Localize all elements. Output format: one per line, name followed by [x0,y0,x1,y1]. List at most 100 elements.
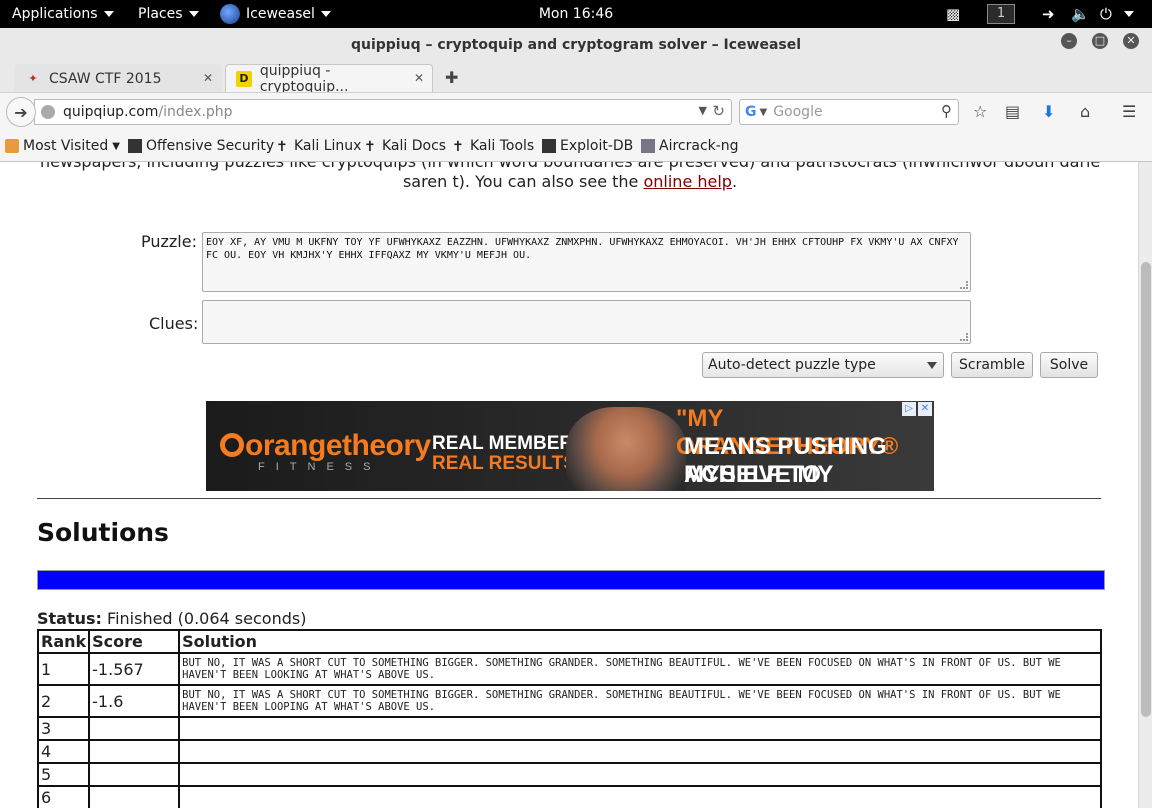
intro-line-2: saren t). You can also see the online he… [40,172,1100,192]
volume-icon[interactable]: 🔈 [1071,0,1090,28]
ad-person-image [566,407,686,491]
offensive-security-icon [128,139,142,153]
bookmark-kali-docs[interactable]: ✝ Kali Docs [364,138,447,155]
clues-textarea[interactable] [202,300,971,344]
page-scrollbar[interactable] [1138,162,1152,808]
bookmark-most-visited[interactable]: Most Visited ▼ [5,138,120,154]
adchoices-icon[interactable]: ▷ [902,402,916,416]
scramble-button[interactable]: Scramble [951,352,1033,378]
close-icon[interactable]: ✕ [414,71,424,85]
navigation-bar: quipqiup.com/index.php ▼ ↻ ➔ G ▼ Google … [0,92,1152,130]
ad-banner[interactable]: orangetheory FITNESS REAL MEMBERS. REAL … [206,401,934,491]
workspace-indicator[interactable]: 1 [987,0,1015,28]
rank-cell: 2 [36,684,91,718]
site-info-icon[interactable] [41,105,55,119]
maximize-button[interactable]: □ [1092,33,1108,49]
puzzle-type-select[interactable]: Auto-detect puzzle type [702,352,944,378]
column-header-solution: Solution [178,629,1102,654]
logo-ring-icon [220,433,244,457]
close-icon[interactable]: ✕ [918,402,932,416]
reading-list-icon[interactable]: ▤ [1005,102,1020,121]
back-button[interactable]: ➔ [6,97,36,127]
search-icon[interactable]: ⚲ [941,102,952,120]
bookmark-offensive-security[interactable]: Offensive Security [128,138,274,154]
puzzle-textarea[interactable]: EOY XF, AY VMU M UKFNY TOY YF UFWHYKAXZ … [202,232,971,292]
close-window-button[interactable]: ✕ [1123,33,1139,49]
close-icon[interactable]: ✕ [203,71,213,85]
online-help-link[interactable]: online help [643,172,731,191]
intro-text-end: saren t). You can also see the [402,172,639,191]
video-camera-icon[interactable]: ▩ [946,0,960,28]
intro-line: newspapers, including puzzles like crypt… [40,162,1100,172]
score-cell [88,739,181,764]
download-icon[interactable]: ⬇ [1042,102,1055,121]
chevron-down-icon: ▼ [112,140,120,152]
ad-fitness-text: FITNESS [258,461,382,473]
applications-menu[interactable]: Applications [12,0,114,28]
ad-controls: ▷ ✕ [902,402,932,416]
app-menu[interactable]: Iceweasel [220,0,331,28]
bookmark-label: Kali Linux [294,138,362,154]
search-input[interactable]: G ▼ Google ⚲ [739,99,959,125]
bookmarks-toolbar: Most Visited ▼ Offensive Security ✝ Kali … [0,130,1152,162]
window-title: quippiuq – cryptoquip and cryptogram sol… [350,37,802,53]
page-content: newspapers, including puzzles like crypt… [0,162,1138,808]
bookmark-kali-tools[interactable]: ✝ Kali Tools [452,138,534,155]
bookmark-aircrack[interactable]: Aircrack-ng [641,138,739,154]
app-menu-label: Iceweasel [246,6,315,22]
chevron-down-icon [320,11,331,17]
scrollbar-thumb[interactable] [1141,262,1151,717]
rank-cell: 6 [36,785,91,808]
url-host: quipqiup.com [63,104,159,120]
score-cell: -1.567 [88,652,181,686]
column-header-score: Score [88,629,181,654]
chevron-down-icon [927,362,937,369]
divider [37,498,1101,499]
tab-csaw[interactable]: ✦ CSAW CTF 2015 ✕ [14,64,222,92]
network-icon[interactable]: ➜ [1042,0,1055,28]
bookmark-exploit-db[interactable]: Exploit-DB [542,138,633,154]
search-engine-dropdown-icon[interactable]: ▼ [760,107,768,118]
score-cell: -1.6 [88,684,181,718]
tab-quipqiup[interactable]: D quippiuq - cryptoquip... ✕ [225,63,433,95]
tab-strip: ✦ CSAW CTF 2015 ✕ D quippiuq - cryptoqui… [0,62,1152,95]
kali-dragon-icon: ✝ [276,139,288,155]
power-icon[interactable]: ⏻ [1100,0,1134,28]
chevron-down-icon [188,11,199,17]
score-cell [88,716,181,741]
reload-icon[interactable]: ↻ [712,102,725,120]
iceweasel-icon [220,4,240,24]
puzzle-label: Puzzle: [141,232,197,251]
bookmark-star-icon[interactable]: ☆ [973,102,987,121]
solution-cell: BUT NO, IT WAS A SHORT CUT TO SOMETHING … [178,652,1102,686]
csaw-favicon-icon: ✦ [28,72,38,85]
table-row: 4 [36,739,1102,764]
progress-bar [37,570,1105,590]
home-icon[interactable]: ⌂ [1080,102,1090,121]
new-tab-button[interactable]: ✚ [445,68,458,87]
workspace-number: 1 [987,4,1015,24]
arrow-left-icon: ➔ [14,102,28,122]
menu-icon[interactable]: ☰ [1122,102,1136,121]
solution-cell [178,785,1102,808]
status-value: Finished (0.064 seconds) [107,609,307,628]
aircrack-icon [641,139,655,153]
solution-cell: BUT NO, IT WAS A SHORT CUT TO SOMETHING … [178,684,1102,718]
solution-cell [178,762,1102,787]
bookmark-label: Kali Docs [382,138,447,154]
resize-grip-icon[interactable] [960,333,968,341]
solve-button[interactable]: Solve [1040,352,1098,378]
resize-grip-icon[interactable] [960,281,968,289]
table-row: 2 -1.6 BUT NO, IT WAS A SHORT CUT TO SOM… [36,684,1102,718]
rank-cell: 1 [36,652,91,686]
bookmark-kali-linux[interactable]: ✝ Kali Linux [276,138,362,155]
places-label: Places [138,6,183,22]
minimize-button[interactable]: – [1061,33,1077,49]
url-history-dropdown-icon[interactable]: ▼ [699,104,707,117]
url-bar[interactable]: quipqiup.com/index.php ▼ ↻ [34,99,732,125]
places-menu[interactable]: Places [138,0,199,28]
google-icon: G [745,104,757,120]
orangetheory-logo: orangetheory [220,429,431,463]
rank-cell: 5 [36,762,91,787]
intro-text: newspapers, including puzzles like crypt… [40,162,1100,192]
